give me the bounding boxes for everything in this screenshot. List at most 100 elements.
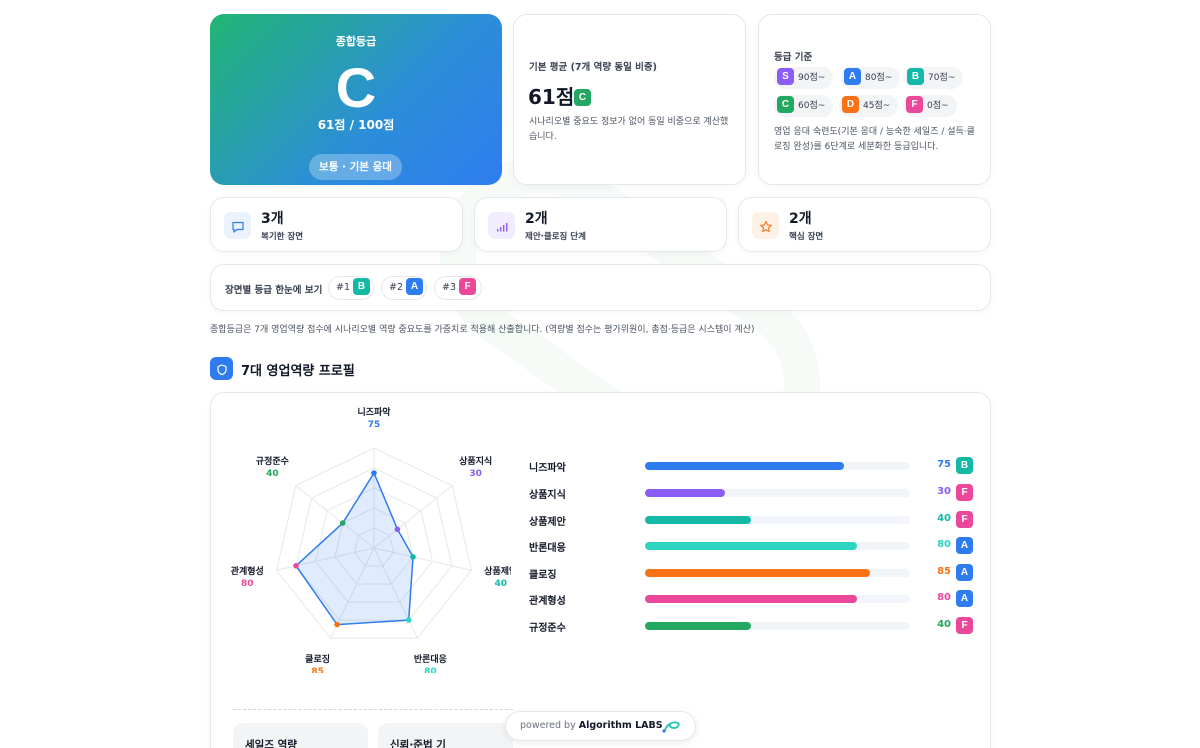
bar-grade-badge: A <box>956 590 973 607</box>
bar-value: 30 <box>937 486 951 497</box>
bar-grade-badge: F <box>956 511 973 528</box>
stat-card-closing-stage: 2개 제안·클로징 단계 <box>474 197 727 252</box>
radar-axis-label: 상품지식 <box>459 455 492 467</box>
stat-label: 제안·클로징 단계 <box>525 232 586 242</box>
radar-point <box>293 563 299 569</box>
bar-label: 니즈파악 <box>529 463 566 474</box>
radar-axis-label: 클로징 <box>305 653 330 665</box>
scene-grade-badge: A <box>406 278 424 295</box>
competency-profile-card: 니즈파악 75 상품지식 30 상품제안 40 반론대응 80 클로징 85 관계형성 80 규정준수 4… <box>210 392 991 748</box>
bar-label: 관계형성 <box>529 596 566 607</box>
bar-track <box>645 595 910 603</box>
grade-standard-description: 영업 응대 숙련도(기본 응대 / 능숙한 세일즈 / 설득·클로징 완성)를 … <box>774 127 975 152</box>
grade-chip-d: D 45점~ <box>839 95 899 117</box>
stat-label: 복기한 장면 <box>261 232 304 242</box>
divider <box>233 709 513 710</box>
scene-chip-2[interactable]: #2 A <box>381 276 427 300</box>
average-card: 기본 평균 (7개 역량 동일 비중) 61점 C 시나리오별 중요도 정보가 … <box>513 14 746 185</box>
subcard-trust[interactable]: 신뢰·준법 기 <box>378 723 513 748</box>
scene-grade-badge: F <box>459 278 477 295</box>
grade-chip-c: C 60점~ <box>774 95 834 117</box>
bar-grade-badge: A <box>956 537 973 554</box>
radar-axis-label: 상품제안 <box>484 565 511 577</box>
section-title: 7대 영업역량 프로필 <box>241 364 355 379</box>
average-title: 기본 평균 (7개 역량 동일 비중) <box>529 62 657 73</box>
average-score: 61점 <box>528 85 575 109</box>
bar-grade-badge: B <box>956 457 973 474</box>
average-description: 시나리오별 중요도 정보가 없어 동일 비중으로 계산했습니다. <box>529 117 729 142</box>
signal-icon <box>488 212 515 239</box>
bar-label: 클로징 <box>529 570 557 581</box>
radar-axis-label: 관계형성 <box>231 565 264 577</box>
bar-value: 40 <box>937 513 951 524</box>
scene-grades-label: 장면별 등급 한눈에 보기 <box>225 285 323 296</box>
bar-label: 상품제안 <box>529 517 566 528</box>
radar-value-label: 80 <box>241 579 254 589</box>
bar-track <box>645 489 910 497</box>
overall-score: 61점 / 100점 <box>317 118 395 132</box>
bar-fill <box>645 489 725 497</box>
radar-axis-label: 규정준수 <box>256 455 289 467</box>
stat-card-key-scenes: 2개 핵심 장면 <box>738 197 991 252</box>
overall-grade-card: 종합등급 C 61점 / 100점 보통 · 기본 응대 <box>210 14 502 185</box>
brand-logo-icon <box>661 718 681 746</box>
overall-grade-letter: C <box>335 56 377 119</box>
radar-value-label: 80 <box>424 667 437 673</box>
radar-value-label: 85 <box>311 667 324 673</box>
radar-chart: 니즈파악 75 상품지식 30 상품제안 40 반론대응 80 클로징 85 관계형성 80 규정준수 4… <box>231 406 511 673</box>
radar-value-label: 40 <box>494 579 507 589</box>
bar-grade-badge: F <box>956 484 973 501</box>
bar-fill <box>645 516 751 524</box>
radar-axis-label: 반론대응 <box>414 653 447 665</box>
grade-chip-f: F 0점~ <box>903 95 957 117</box>
scene-grades-card: 장면별 등급 한눈에 보기 #1 B #2 A #3 F <box>210 264 991 311</box>
bar-value: 80 <box>937 539 951 550</box>
stat-label: 핵심 장면 <box>789 232 824 242</box>
subcard-sales[interactable]: 세일즈 역량 <box>233 723 368 748</box>
bar-fill <box>645 569 871 577</box>
stat-number: 2개 <box>525 211 548 227</box>
star-icon <box>752 212 779 239</box>
bar-label: 상품지식 <box>529 490 566 501</box>
bar-grade-badge: F <box>956 617 973 634</box>
stat-number: 3개 <box>261 211 284 227</box>
radar-value-label: 75 <box>368 420 381 430</box>
stat-card-reviewed-scenes: 3개 복기한 장면 <box>210 197 463 252</box>
radar-axis-label: 니즈파악 <box>357 406 391 418</box>
bar-track <box>645 516 910 524</box>
radar-point <box>394 526 401 533</box>
scene-chip-3[interactable]: #3 F <box>434 276 482 300</box>
bar-track <box>645 569 910 577</box>
bar-value: 40 <box>937 619 951 630</box>
bar-fill <box>645 622 751 630</box>
bar-grade-badge: A <box>956 564 973 581</box>
powered-by-badge[interactable]: powered by Algorithm LABS <box>505 711 696 741</box>
scene-grade-badge: B <box>353 278 371 295</box>
overall-grade-label: 종합등급 <box>335 35 377 48</box>
radar-point <box>339 520 346 526</box>
bar-fill <box>645 462 844 470</box>
grade-standard-title: 등급 기준 <box>774 52 813 63</box>
radar-point <box>334 621 340 628</box>
scene-chip-1[interactable]: #1 B <box>328 276 374 300</box>
bar-track <box>645 622 910 630</box>
radar-data-area <box>295 472 414 626</box>
bar-value: 75 <box>937 459 951 470</box>
bar-label: 반론대응 <box>529 543 566 554</box>
bar-fill <box>645 595 857 603</box>
grade-standard-card: 등급 기준 S 90점~ A 80점~ B 70점~ C 60점~ D 45점~ F 0점~… <box>758 14 991 185</box>
chat-icon <box>224 212 251 239</box>
bar-label: 규정준수 <box>529 623 566 634</box>
bar-track <box>645 462 910 470</box>
stat-number: 2개 <box>789 211 812 227</box>
grade-calculation-note: 종합등급은 7개 영업역량 점수에 시나리오별 역량 중요도를 가중치로 적용해… <box>210 325 755 335</box>
grade-chip-a: A 80점~ <box>841 67 901 89</box>
bar-fill <box>645 542 857 550</box>
grade-chip-b: B 70점~ <box>904 67 964 89</box>
shield-icon <box>210 357 233 380</box>
radar-point <box>371 470 377 476</box>
radar-point <box>405 617 412 623</box>
bar-track <box>645 542 910 550</box>
radar-value-label: 40 <box>266 469 279 479</box>
bar-value: 80 <box>937 592 951 603</box>
